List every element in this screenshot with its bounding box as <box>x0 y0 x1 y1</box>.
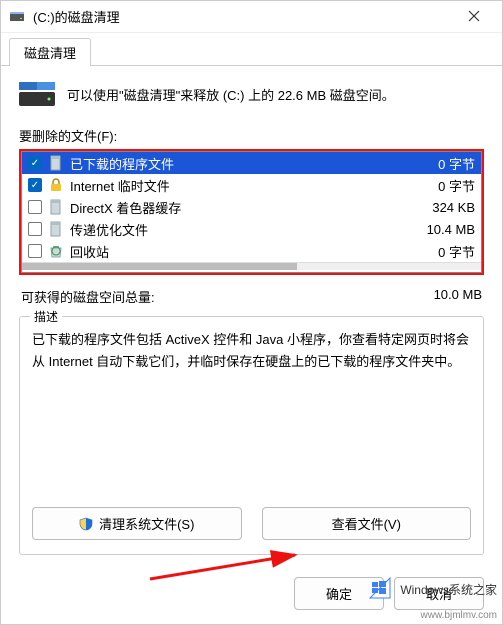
cancel-label: 取消 <box>426 584 452 603</box>
ok-label: 确定 <box>326 584 352 603</box>
dialog-footer: 确定 取消 <box>1 567 502 624</box>
filelist-row[interactable]: ✓ 已下载的程序文件 0 字节 <box>22 152 481 174</box>
scrollbar-thumb[interactable] <box>22 263 297 270</box>
shield-icon <box>79 517 93 531</box>
filelist-row[interactable]: ✓ Internet 临时文件 0 字节 <box>22 174 481 196</box>
row-name: Internet 临时文件 <box>70 176 399 195</box>
filelist-row[interactable]: DirectX 着色器缓存 324 KB <box>22 196 481 218</box>
window-title: (C:)的磁盘清理 <box>33 7 454 26</box>
row-size: 0 字节 <box>405 242 475 261</box>
row-size: 324 KB <box>405 200 475 215</box>
description-text: 已下载的程序文件包括 ActiveX 控件和 Java 小程序，你查看特定网页时… <box>32 329 471 495</box>
file-icon <box>48 221 64 237</box>
view-files-label: 查看文件(V) <box>332 514 401 533</box>
lock-icon <box>48 177 64 193</box>
content-area: 可以使用"磁盘清理"来释放 (C:) 上的 22.6 MB 磁盘空间。 要删除的… <box>1 66 502 567</box>
drive-icon <box>19 82 55 112</box>
view-files-button[interactable]: 查看文件(V) <box>262 507 472 540</box>
cancel-button[interactable]: 取消 <box>394 577 484 610</box>
close-icon <box>468 10 480 22</box>
recycle-icon <box>48 243 64 259</box>
totals-value: 10.0 MB <box>434 287 482 306</box>
filelist-label: 要删除的文件(F): <box>19 126 484 145</box>
file-icon <box>48 199 64 215</box>
row-name: DirectX 着色器缓存 <box>70 198 399 217</box>
row-checkbox[interactable] <box>28 200 42 214</box>
row-checkbox[interactable] <box>28 244 42 258</box>
close-button[interactable] <box>454 9 494 25</box>
intro-text: 可以使用"磁盘清理"来释放 (C:) 上的 22.6 MB 磁盘空间。 <box>67 82 395 106</box>
row-size: 0 字节 <box>405 176 475 195</box>
description-group: 描述 已下载的程序文件包括 ActiveX 控件和 Java 小程序，你查看特定… <box>19 316 484 555</box>
clean-system-files-button[interactable]: 清理系统文件(S) <box>32 507 242 540</box>
clean-system-files-label: 清理系统文件(S) <box>99 514 194 533</box>
row-name: 传递优化文件 <box>70 220 399 239</box>
tab-disk-cleanup[interactable]: 磁盘清理 <box>9 38 91 66</box>
horizontal-scrollbar[interactable] <box>22 262 481 270</box>
disk-cleanup-icon <box>9 9 25 25</box>
intro-row: 可以使用"磁盘清理"来释放 (C:) 上的 22.6 MB 磁盘空间。 <box>19 82 484 112</box>
row-size: 0 字节 <box>405 154 475 173</box>
ok-button[interactable]: 确定 <box>294 577 384 610</box>
row-checkbox[interactable] <box>28 222 42 236</box>
dialog-window: (C:)的磁盘清理 磁盘清理 可以使用"磁盘清理"来释放 (C:) 上的 22.… <box>0 0 503 625</box>
row-size: 10.4 MB <box>405 222 475 237</box>
row-name: 回收站 <box>70 242 399 261</box>
description-buttons: 清理系统文件(S) 查看文件(V) <box>32 507 471 540</box>
row-name: 已下载的程序文件 <box>70 154 399 173</box>
file-icon <box>48 155 64 171</box>
totals-label: 可获得的磁盘空间总量: <box>21 287 155 306</box>
row-checkbox[interactable]: ✓ <box>28 156 42 170</box>
filelist-highlight: ✓已下载的程序文件0 字节✓Internet 临时文件0 字节DirectX 着… <box>19 149 484 275</box>
filelist-row[interactable]: 传递优化文件 10.4 MB <box>22 218 481 240</box>
filelist-row[interactable]: 回收站 0 字节 <box>22 240 481 262</box>
totals-row: 可获得的磁盘空间总量: 10.0 MB <box>19 285 484 316</box>
description-legend: 描述 <box>30 308 62 325</box>
titlebar: (C:)的磁盘清理 <box>1 1 502 33</box>
row-checkbox[interactable]: ✓ <box>28 178 42 192</box>
tab-bar: 磁盘清理 <box>1 33 502 66</box>
filelist[interactable]: ✓已下载的程序文件0 字节✓Internet 临时文件0 字节DirectX 着… <box>21 151 482 273</box>
